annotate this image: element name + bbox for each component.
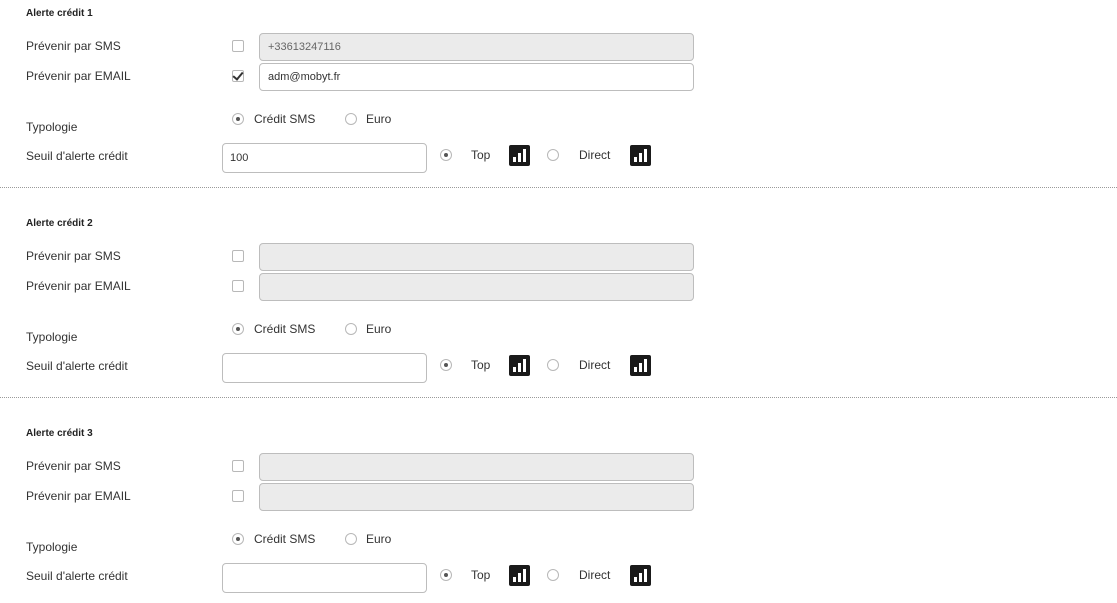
- signal-bars-icon: [509, 565, 530, 586]
- email-label: Prévenir par EMAIL: [26, 279, 131, 293]
- threshold-input[interactable]: [222, 353, 427, 383]
- section-divider: [0, 397, 1117, 398]
- threshold-label: Seuil d'alerte crédit: [26, 569, 128, 583]
- route-top-radio[interactable]: [440, 359, 452, 371]
- sms-label: Prévenir par SMS: [26, 249, 121, 263]
- signal-bars-icon: [509, 145, 530, 166]
- threshold-label: Seuil d'alerte crédit: [26, 149, 128, 163]
- sms-phone-input[interactable]: [259, 33, 694, 61]
- alert-title: Alerte crédit 3: [26, 428, 93, 439]
- alert-section-2: Alerte crédit 2 Prévenir par SMS Préveni…: [0, 210, 1117, 400]
- signal-bars-icon: [630, 355, 651, 376]
- email-checkbox[interactable]: [232, 69, 244, 82]
- signal-bars-icon: [630, 565, 651, 586]
- sms-label: Prévenir par SMS: [26, 459, 121, 473]
- route-top-radio[interactable]: [440, 149, 452, 161]
- checkmark-icon: [232, 69, 244, 81]
- route-top-label[interactable]: Top: [471, 358, 490, 372]
- typology-euro-label[interactable]: Euro: [366, 322, 391, 336]
- typology-credit-sms-radio[interactable]: [232, 323, 244, 335]
- typology-euro-radio[interactable]: [345, 323, 357, 335]
- route-direct-radio[interactable]: [547, 149, 559, 161]
- route-direct-label[interactable]: Direct: [579, 358, 610, 372]
- route-top-label[interactable]: Top: [471, 148, 490, 162]
- section-divider: [0, 187, 1117, 188]
- sms-checkbox[interactable]: [232, 40, 244, 52]
- route-direct-radio[interactable]: [547, 569, 559, 581]
- sms-phone-input[interactable]: [259, 243, 694, 271]
- typology-credit-sms-label[interactable]: Crédit SMS: [254, 532, 315, 546]
- typology-label: Typologie: [26, 330, 78, 344]
- route-top-label[interactable]: Top: [471, 568, 490, 582]
- typology-euro-label[interactable]: Euro: [366, 532, 391, 546]
- alert-title: Alerte crédit 1: [26, 8, 93, 19]
- typology-euro-label[interactable]: Euro: [366, 112, 391, 126]
- threshold-label: Seuil d'alerte crédit: [26, 359, 128, 373]
- sms-phone-input[interactable]: [259, 453, 694, 481]
- email-input[interactable]: [259, 273, 694, 301]
- email-label: Prévenir par EMAIL: [26, 489, 131, 503]
- email-input[interactable]: [259, 63, 694, 91]
- alert-section-1: Alerte crédit 1 Prévenir par SMS Préveni…: [0, 0, 1117, 190]
- typology-credit-sms-radio[interactable]: [232, 113, 244, 125]
- threshold-input[interactable]: [222, 563, 427, 593]
- typology-label: Typologie: [26, 120, 78, 134]
- email-input[interactable]: [259, 483, 694, 511]
- typology-label: Typologie: [26, 540, 78, 554]
- route-direct-label[interactable]: Direct: [579, 148, 610, 162]
- signal-bars-icon: [509, 355, 530, 376]
- threshold-input[interactable]: [222, 143, 427, 173]
- alert-section-3: Alerte crédit 3 Prévenir par SMS Préveni…: [0, 420, 1117, 603]
- route-direct-label[interactable]: Direct: [579, 568, 610, 582]
- email-checkbox[interactable]: [232, 490, 244, 502]
- email-checkbox[interactable]: [232, 280, 244, 292]
- alert-title: Alerte crédit 2: [26, 218, 93, 229]
- typology-credit-sms-radio[interactable]: [232, 533, 244, 545]
- route-direct-radio[interactable]: [547, 359, 559, 371]
- sms-checkbox[interactable]: [232, 460, 244, 472]
- typology-credit-sms-label[interactable]: Crédit SMS: [254, 112, 315, 126]
- credit-alerts-form: Alerte crédit 1 Prévenir par SMS Préveni…: [0, 0, 1117, 603]
- typology-euro-radio[interactable]: [345, 113, 357, 125]
- sms-checkbox[interactable]: [232, 250, 244, 262]
- typology-euro-radio[interactable]: [345, 533, 357, 545]
- typology-credit-sms-label[interactable]: Crédit SMS: [254, 322, 315, 336]
- signal-bars-icon: [630, 145, 651, 166]
- sms-label: Prévenir par SMS: [26, 39, 121, 53]
- route-top-radio[interactable]: [440, 569, 452, 581]
- email-label: Prévenir par EMAIL: [26, 69, 131, 83]
